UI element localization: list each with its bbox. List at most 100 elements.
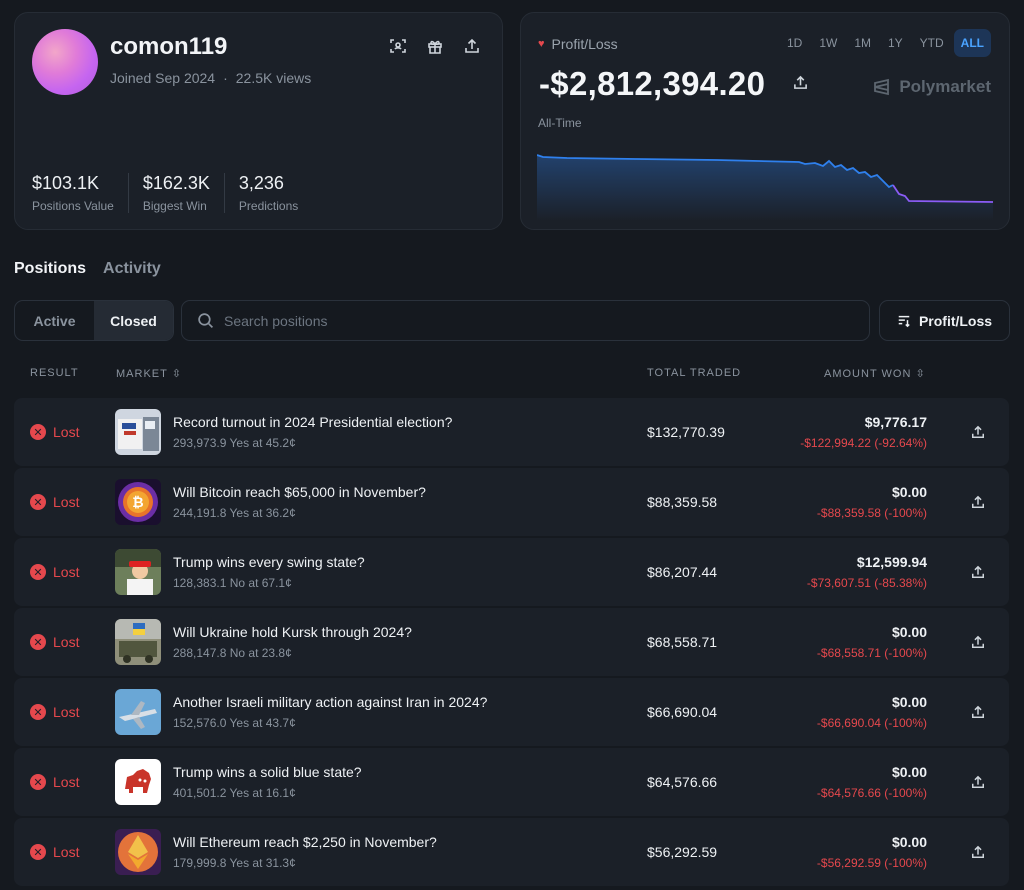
share-icon[interactable] (463, 37, 480, 54)
lost-x-icon: ✕ (30, 424, 46, 440)
position-detail: 288,147.8 No at 23.8¢ (173, 646, 292, 660)
total-traded: $56,292.59 (647, 844, 718, 860)
range-1y[interactable]: 1Y (881, 29, 910, 57)
sort-toggle-icon: ⇳ (171, 368, 182, 380)
market-title[interactable]: Will Ethereum reach $2,250 in November? (173, 834, 437, 850)
filter-closed-button[interactable]: Closed (94, 301, 173, 340)
stat-label: Biggest Win (142, 199, 207, 213)
market-title[interactable]: Another Israeli military action against … (173, 694, 487, 710)
header-market-label: MARKET (116, 368, 168, 380)
market-thumbnail[interactable] (115, 829, 161, 875)
header-amount-won[interactable]: AMOUNT WON ⇳ (824, 367, 926, 380)
total-traded: $88,359.58 (647, 494, 718, 510)
result-label: Lost (53, 494, 80, 510)
result-status: ✕ Lost (30, 774, 79, 790)
profile-tabs: Positions Activity (14, 260, 161, 278)
sort-profit-loss-button[interactable]: Profit/Loss (879, 300, 1010, 341)
stat-biggest-win: $162.3K Biggest Win (143, 173, 225, 213)
pnl-value: -$2,812,394.20 (539, 65, 766, 102)
tab-positions[interactable]: Positions (14, 260, 86, 278)
scan-icon[interactable] (389, 37, 406, 54)
lost-x-icon: ✕ (30, 844, 46, 860)
result-label: Lost (53, 564, 80, 580)
lost-x-icon: ✕ (30, 774, 46, 790)
sort-icon (898, 315, 910, 327)
profile-meta: Joined Sep 2024 · 22.5K views (110, 70, 311, 86)
range-1w[interactable]: 1W (812, 29, 844, 57)
share-icon[interactable] (971, 495, 985, 514)
result-label: Lost (53, 774, 80, 790)
range-1d[interactable]: 1D (780, 29, 809, 57)
polymarket-brand: Polymarket (873, 77, 991, 97)
pnl-area (537, 155, 993, 221)
table-row[interactable]: ✕ Lost Will Ukraine hold Kursk through 2… (14, 608, 1009, 676)
range-all[interactable]: ALL (953, 29, 991, 57)
range-ytd[interactable]: YTD (913, 29, 951, 57)
stat-value: 3,236 (238, 173, 284, 193)
sort-toggle-icon: ⇳ (915, 368, 926, 380)
market-title[interactable]: Will Bitcoin reach $65,000 in November? (173, 484, 426, 500)
market-title[interactable]: Trump wins every swing state? (173, 554, 365, 570)
position-detail: 401,501.2 Yes at 16.1¢ (173, 786, 296, 800)
result-label: Lost (53, 634, 80, 650)
result-label: Lost (53, 844, 80, 860)
loss-amount: -$122,994.22 (-92.64%) (800, 436, 927, 450)
stat-label: Positions Value (32, 199, 114, 213)
profile-card: comon119 Joined Sep 2024 · 22.5K views $10… (14, 12, 503, 230)
search-input[interactable] (224, 312, 824, 329)
amount-won: $0.00 (891, 484, 927, 500)
stat-label: Predictions (238, 199, 299, 213)
tab-activity[interactable]: Activity (103, 260, 161, 278)
result-status: ✕ Lost (30, 634, 79, 650)
table-row[interactable]: ✕ Lost ₿ Will Bitcoin reach $65,000 in N… (14, 468, 1009, 536)
result-status: ✕ Lost (30, 494, 79, 510)
search-icon (198, 313, 214, 329)
loss-amount: -$68,558.71 (-100%) (816, 646, 927, 660)
stat-positions-value: $103.1K Positions Value (32, 173, 129, 213)
market-title[interactable]: Trump wins a solid blue state? (173, 764, 362, 780)
amount-won: $0.00 (891, 764, 927, 780)
loss-amount: -$88,359.58 (-100%) (816, 506, 927, 520)
profile-actions (389, 37, 480, 54)
market-thumbnail[interactable] (115, 689, 161, 735)
lost-x-icon: ✕ (30, 564, 46, 580)
share-icon[interactable] (971, 425, 985, 444)
username: comon119 (110, 33, 228, 60)
gift-icon[interactable] (426, 37, 443, 54)
share-icon[interactable] (971, 845, 985, 864)
sort-label: Profit/Loss (918, 312, 993, 329)
position-detail: 152,576.0 Yes at 43.7¢ (173, 716, 296, 730)
lost-x-icon: ✕ (30, 494, 46, 510)
pnl-label: ♥ Profit/Loss (538, 36, 618, 52)
table-row[interactable]: ✕ Lost Will Ethereum reach $2,250 in Nov… (14, 818, 1009, 886)
share-icon[interactable] (971, 565, 985, 584)
result-status: ✕ Lost (30, 844, 79, 860)
market-thumbnail[interactable] (115, 409, 161, 455)
position-detail: 179,999.8 Yes at 31.3¢ (173, 856, 296, 870)
filter-active-button[interactable]: Active (15, 301, 94, 340)
market-thumbnail[interactable] (115, 549, 161, 595)
market-thumbnail[interactable]: ₿ (115, 479, 161, 525)
range-1m[interactable]: 1M (847, 29, 878, 57)
share-icon[interactable] (971, 775, 985, 794)
header-amount-won-label: AMOUNT WON (824, 368, 912, 380)
table-row[interactable]: ✕ Lost Another Israeli military action a… (14, 678, 1009, 746)
market-title[interactable]: Will Ukraine hold Kursk through 2024? (173, 624, 412, 640)
market-thumbnail[interactable] (115, 619, 161, 665)
header-market[interactable]: MARKET ⇳ (116, 367, 182, 380)
share-icon[interactable] (793, 75, 808, 95)
market-thumbnail[interactable] (115, 759, 161, 805)
avatar[interactable] (32, 29, 98, 95)
table-row[interactable]: ✕ Lost Record turnout in 2024 Presidenti… (14, 398, 1009, 466)
table-row[interactable]: ✕ Lost Trump wins every swing state? 128… (14, 538, 1009, 606)
table-row[interactable]: ✕ Lost Trump wins a solid blue state? 40… (14, 748, 1009, 816)
share-icon[interactable] (971, 635, 985, 654)
header-result: RESULT (30, 367, 79, 379)
pnl-card: ♥ Profit/Loss 1D 1W 1M 1Y YTD ALL -$2,81… (520, 12, 1010, 230)
position-detail: 244,191.8 Yes at 36.2¢ (173, 506, 296, 520)
joined-date: Joined Sep 2024 (110, 70, 216, 86)
share-icon[interactable] (971, 705, 985, 724)
loss-amount: -$64,576.66 (-100%) (816, 786, 927, 800)
result-status: ✕ Lost (30, 704, 79, 720)
market-title[interactable]: Record turnout in 2024 Presidential elec… (173, 414, 452, 430)
